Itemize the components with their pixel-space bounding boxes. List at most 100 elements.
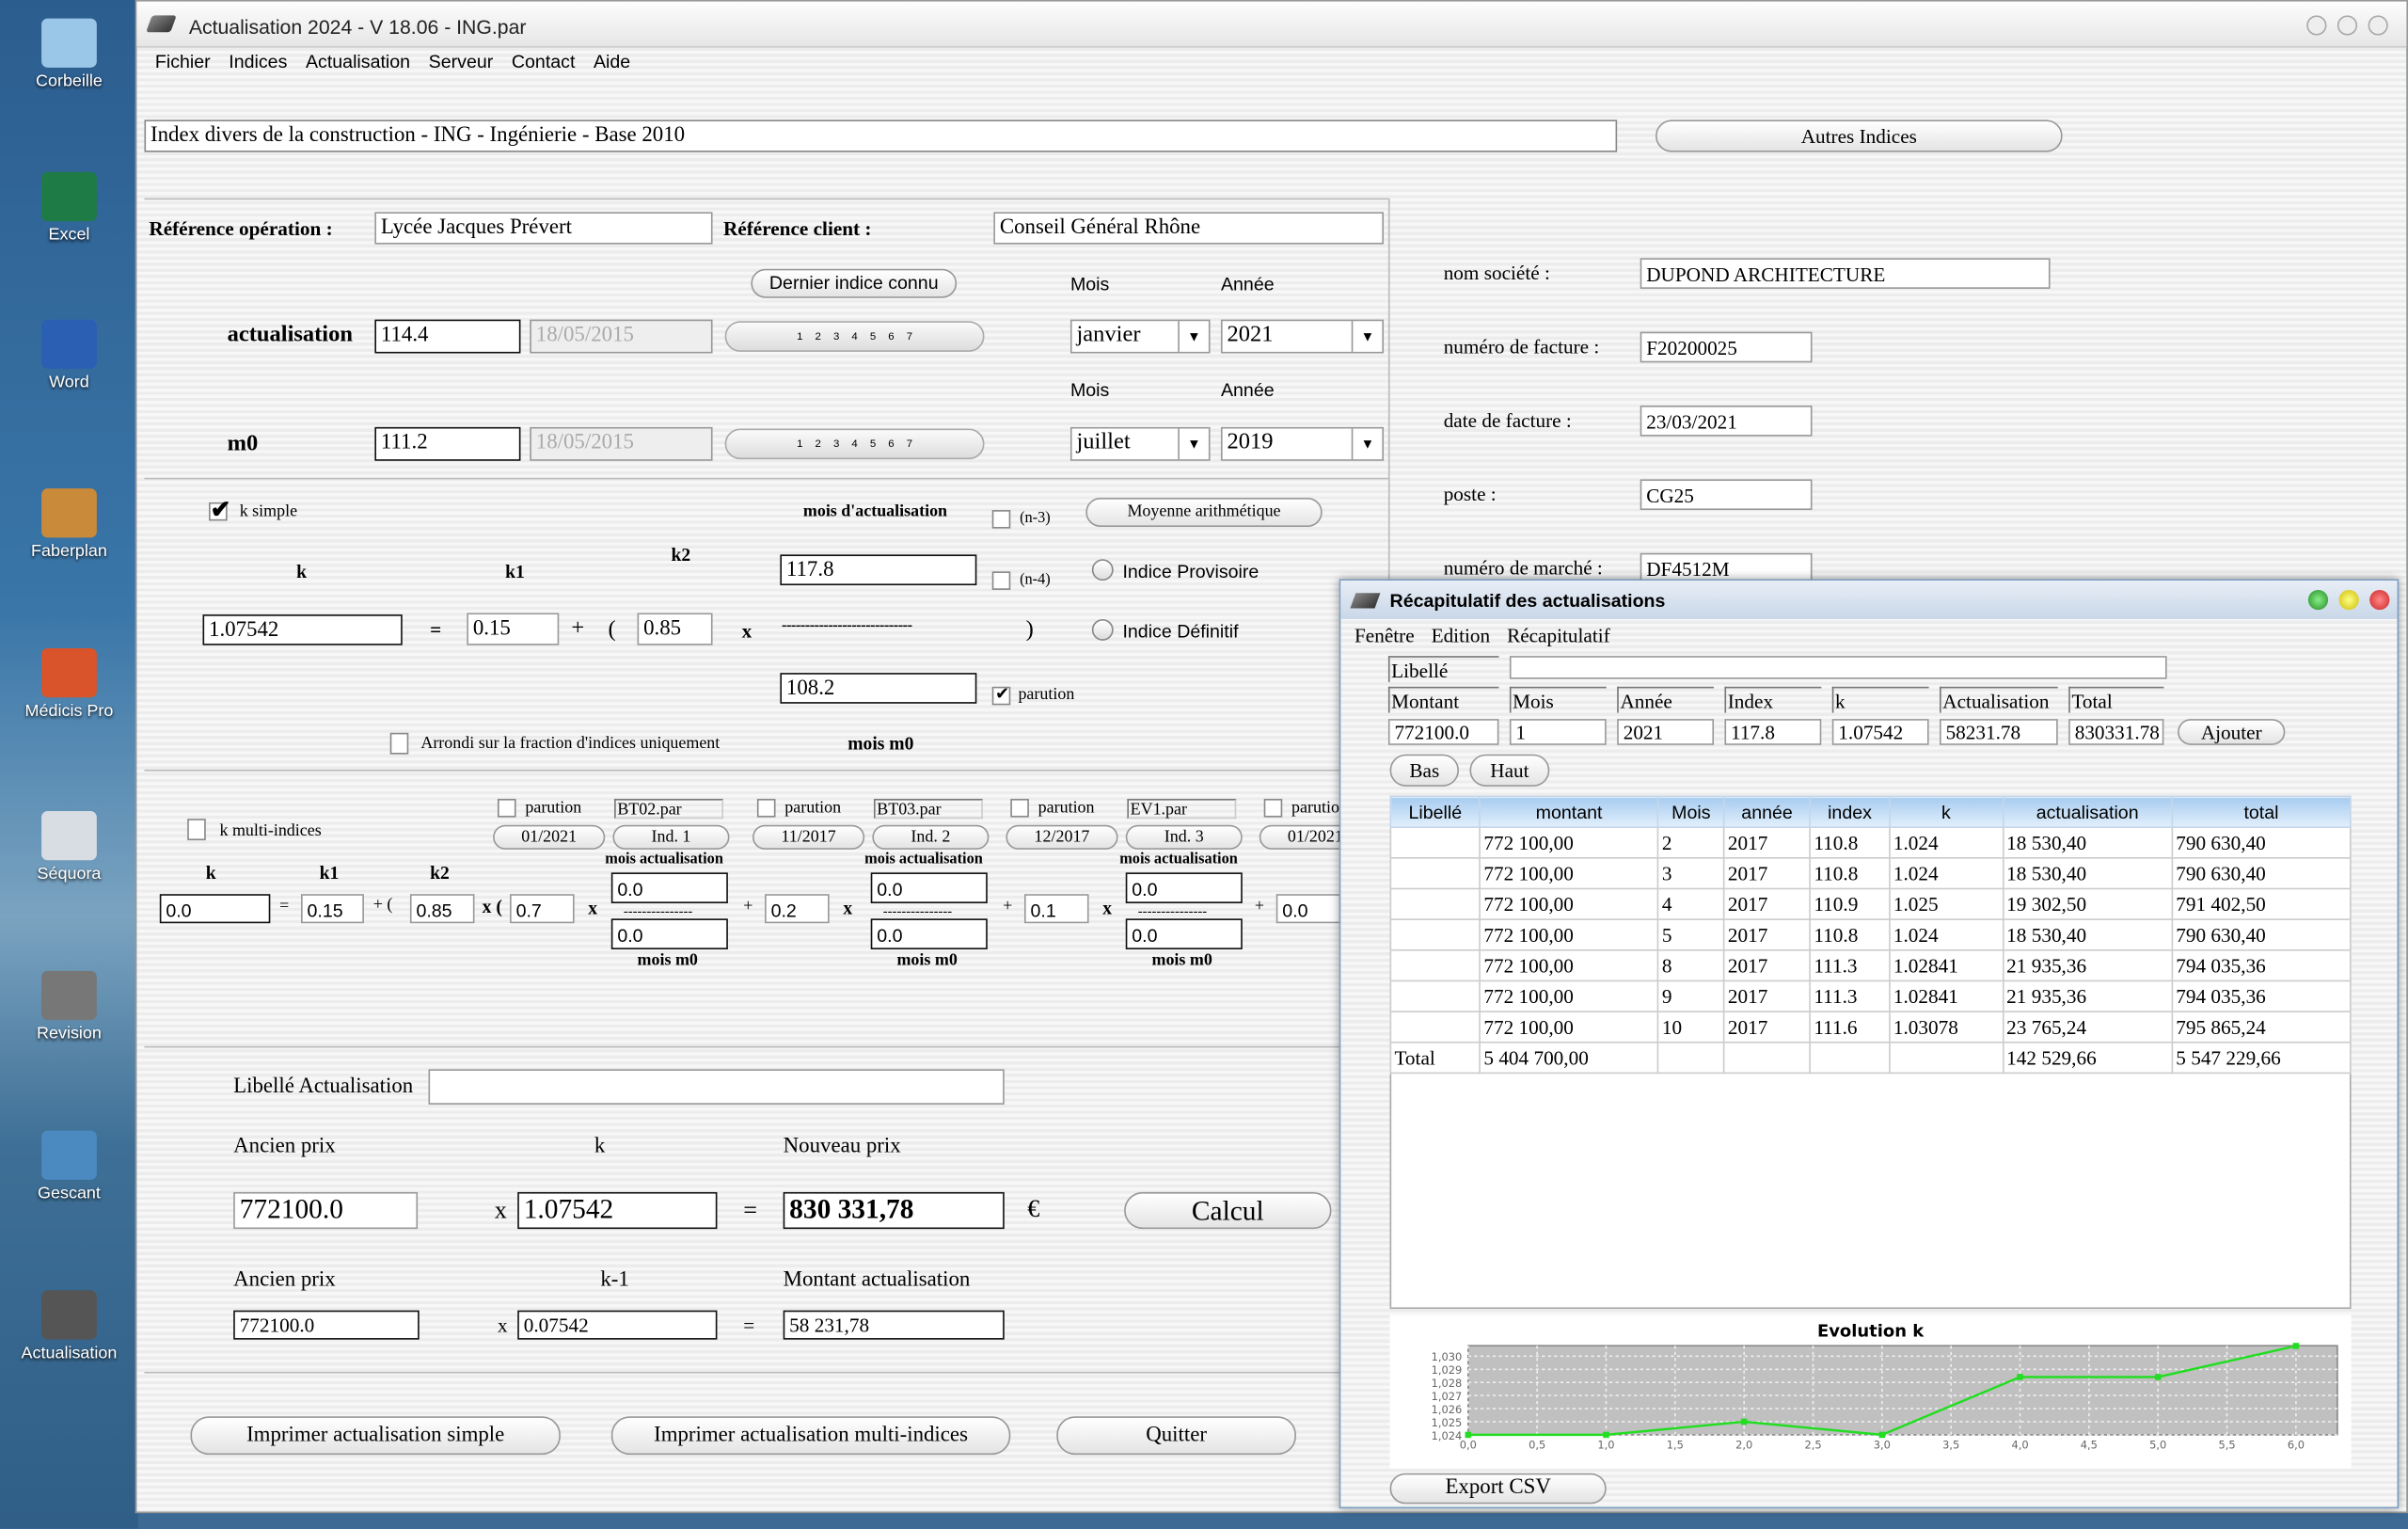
n4-checkbox[interactable] <box>991 571 1011 590</box>
entry-input-mois[interactable]: 1 <box>1509 719 1607 745</box>
moyenne-arithmetique-button[interactable]: Moyenne arithmétique <box>1085 497 1323 527</box>
k1-multi-input[interactable]: 0.15 <box>300 894 364 924</box>
group-1-coef-input[interactable]: 0.7 <box>510 894 575 924</box>
maximize-button[interactable] <box>2337 15 2358 36</box>
month-7-button[interactable]: 7 <box>907 331 912 342</box>
parution-checkbox[interactable]: ✔ <box>991 685 1011 706</box>
entry-input-montant[interactable]: 772100.0 <box>1387 719 1499 745</box>
k-multi-result-field[interactable]: 0.0 <box>159 894 271 924</box>
n3-checkbox[interactable] <box>991 510 1011 529</box>
k-numerator-input[interactable]: 117.8 <box>780 554 977 586</box>
ancien-prix-input-2[interactable]: 772100.0 <box>233 1310 420 1340</box>
arrondi-checkbox[interactable] <box>389 732 409 755</box>
group-2-coef-input[interactable]: 0.2 <box>765 894 830 924</box>
ancien-prix-input[interactable]: 772100.0 <box>233 1191 419 1230</box>
month-5-button[interactable]: 5 <box>870 438 876 449</box>
entry-input-année[interactable]: 2021 <box>1617 719 1715 745</box>
group-2-date-button[interactable]: 11/2017 <box>752 824 865 850</box>
group-3-num-input[interactable]: 0.0 <box>1125 872 1243 903</box>
column-header-7[interactable]: total <box>2171 795 2352 828</box>
group-3-date-button[interactable]: 12/2017 <box>1006 824 1118 850</box>
revision-shortcut[interactable]: Revision <box>7 970 133 1043</box>
index-name-field[interactable]: Index divers de la construction - ING - … <box>144 119 1618 152</box>
k-result-field[interactable]: 1.07542 <box>202 614 403 645</box>
entry-input-index[interactable]: 117.8 <box>1724 719 1822 745</box>
k-calc-input[interactable]: 1.07542 <box>517 1191 718 1230</box>
k2-multi-input[interactable]: 0.85 <box>409 894 475 924</box>
month-7-button[interactable]: 7 <box>907 438 912 449</box>
menu-contact[interactable]: Contact <box>512 51 576 72</box>
month-2-button[interactable]: 2 <box>816 438 821 449</box>
table-row[interactable]: 772 100,00 9 2017 111.3 1.02841 21 935,36 794 … <box>1389 980 2352 1012</box>
column-header-0[interactable]: Libellé <box>1389 795 1481 828</box>
column-header-6[interactable]: actualisation <box>2002 795 2174 828</box>
group-2-parution-checkbox[interactable] <box>756 798 776 818</box>
group-1-den-input[interactable]: 0.0 <box>610 918 728 949</box>
k-multi-indices-checkbox[interactable] <box>187 819 206 841</box>
month-5-button[interactable]: 5 <box>870 331 876 342</box>
group-3-coef-input[interactable]: 0.1 <box>1023 894 1089 924</box>
table-row[interactable]: 772 100,00 4 2017 110.9 1.025 19 302,50 791 40… <box>1389 887 2352 920</box>
month-3-button[interactable]: 3 <box>833 331 839 342</box>
month-2-button[interactable]: 2 <box>816 331 821 342</box>
menu-indices[interactable]: Indices <box>229 51 287 72</box>
menu-serveur[interactable]: Serveur <box>429 51 494 72</box>
ajouter-button[interactable]: Ajouter <box>2178 719 2286 745</box>
group-4-parution-checkbox[interactable] <box>1263 798 1283 818</box>
excel-shortcut[interactable]: Excel <box>7 171 133 245</box>
chevron-down-icon[interactable]: ▼ <box>1351 428 1383 460</box>
month-6-button[interactable]: 6 <box>888 438 894 449</box>
minimize-button[interactable] <box>2338 589 2359 611</box>
table-row[interactable]: 772 100,00 10 2017 111.6 1.03078 23 765,24 795… <box>1389 1011 2352 1043</box>
menu-fenetre[interactable]: Fenêtre <box>1354 624 1415 648</box>
group-4-coef-input[interactable]: 0.0 <box>1275 894 1341 924</box>
k2-input[interactable]: 0.85 <box>637 613 713 645</box>
societe-input[interactable]: DUPOND ARCHITECTURE <box>1640 258 2051 289</box>
actualisation-annee-select[interactable]: 2021 ▼ <box>1220 319 1385 354</box>
month-1-button[interactable]: 1 <box>797 438 802 449</box>
month-4-button[interactable]: 4 <box>851 438 857 449</box>
group-2-num-input[interactable]: 0.0 <box>870 872 988 903</box>
facture-input[interactable]: F20200025 <box>1640 331 1813 363</box>
table-row[interactable]: 772 100,00 8 2017 111.3 1.02841 21 935,36 794 … <box>1389 948 2352 982</box>
recap-libelle-input[interactable] <box>1509 656 2167 679</box>
recycle-bin-shortcut[interactable]: Corbeille <box>7 18 133 90</box>
print-multi-button[interactable]: Imprimer actualisation multi-indices <box>610 1416 1011 1456</box>
ref-operation-input[interactable]: Lycée Jacques Prévert <box>374 212 713 245</box>
faberplan-shortcut[interactable]: Faberplan <box>7 488 133 561</box>
menu-edition[interactable]: Edition <box>1432 624 1491 648</box>
group-1-parution-checkbox[interactable] <box>497 798 516 818</box>
column-header-2[interactable]: Mois <box>1656 795 1725 828</box>
k-denominator-input[interactable]: 108.2 <box>780 673 977 704</box>
group-1-date-button[interactable]: 01/2021 <box>493 824 606 850</box>
column-header-1[interactable]: montant <box>1479 795 1659 828</box>
group-1-num-input[interactable]: 0.0 <box>610 872 728 903</box>
k-simple-checkbox[interactable]: ✔ <box>209 498 231 524</box>
actualisation-index-input[interactable]: 114.4 <box>374 319 521 354</box>
calcul-button[interactable]: Calcul <box>1124 1191 1332 1230</box>
group-3-parution-checkbox[interactable] <box>1010 798 1029 818</box>
month-3-button[interactable]: 3 <box>833 438 839 449</box>
month-4-button[interactable]: 4 <box>851 331 857 342</box>
column-header-4[interactable]: index <box>1809 795 1891 828</box>
export-csv-button[interactable]: Export CSV <box>1389 1473 1607 1505</box>
chevron-down-icon[interactable]: ▼ <box>1351 321 1383 352</box>
m0-index-input[interactable]: 111.2 <box>374 426 521 461</box>
ref-client-input[interactable]: Conseil Général Rhône <box>993 212 1385 245</box>
actualisation-month-pager[interactable]: 1 2 3 4 5 6 7 <box>724 321 985 352</box>
month-6-button[interactable]: 6 <box>888 331 894 342</box>
m0-month-pager[interactable]: 1 2 3 4 5 6 7 <box>724 428 985 460</box>
menu-fichier[interactable]: Fichier <box>155 51 211 72</box>
entry-input-k[interactable]: 1.07542 <box>1831 719 1929 745</box>
indice-provisoire-radio[interactable] <box>1091 559 1114 581</box>
print-simple-button[interactable]: Imprimer actualisation simple <box>190 1416 561 1456</box>
haut-button[interactable]: Haut <box>1469 754 1550 787</box>
group-3-den-input[interactable]: 0.0 <box>1125 918 1243 949</box>
autres-indices-button[interactable]: Autres Indices <box>1655 119 2063 152</box>
group-2-den-input[interactable]: 0.0 <box>870 918 988 949</box>
table-row[interactable]: 772 100,00 3 2017 110.8 1.024 18 530,40 790 63… <box>1389 857 2352 890</box>
libelle-actualisation-input[interactable] <box>428 1069 1005 1105</box>
m0-mois-select[interactable]: juillet ▼ <box>1069 426 1211 461</box>
poste-input[interactable]: CG25 <box>1640 479 1813 511</box>
chevron-down-icon[interactable]: ▼ <box>1178 428 1209 460</box>
